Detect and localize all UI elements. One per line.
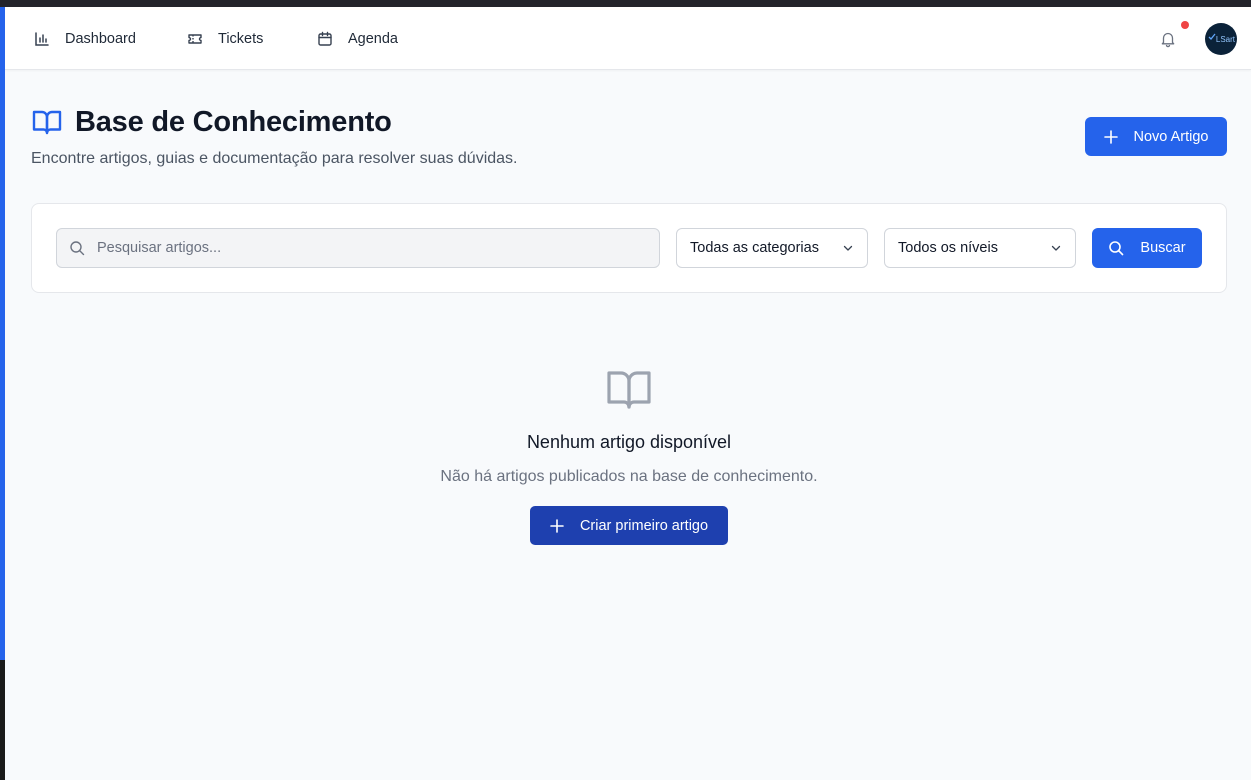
category-select-value: Todas as categorias	[690, 240, 819, 256]
nav-item-dashboard[interactable]: Dashboard	[34, 7, 136, 70]
check-icon	[1208, 33, 1216, 40]
level-select[interactable]: Todos os níveis	[884, 228, 1076, 268]
ticket-icon	[187, 31, 203, 47]
nav-label-tickets: Tickets	[218, 30, 264, 47]
create-first-article-label: Criar primeiro artigo	[579, 517, 709, 534]
bar-chart-icon	[34, 31, 50, 47]
page-subtitle: Encontre artigos, guias e documentação p…	[31, 150, 518, 167]
search-input[interactable]	[97, 240, 657, 256]
nav-label-dashboard: Dashboard	[65, 30, 136, 47]
book-open-icon	[605, 365, 653, 413]
chevron-down-icon	[1051, 245, 1061, 251]
nav-item-agenda[interactable]: Agenda	[317, 7, 398, 70]
plus-icon	[1103, 129, 1118, 144]
new-article-label: Novo Artigo	[1133, 128, 1209, 145]
search-button-label: Buscar	[1140, 240, 1186, 256]
avatar[interactable]: LSart	[1205, 23, 1237, 55]
empty-state-subtitle: Não há artigos publicados na base de con…	[440, 468, 818, 485]
window-frame: Dashboard Tickets Agenda LSart Base de C…	[0, 0, 1251, 780]
avatar-text: LSart	[1215, 34, 1235, 44]
search-panel: Todas as categorias Todos os níveis Busc…	[31, 203, 1227, 293]
page-title: Base de Conhecimento	[75, 105, 392, 138]
nav-label-agenda: Agenda	[348, 30, 398, 47]
plus-icon	[550, 518, 564, 533]
app-root: Dashboard Tickets Agenda LSart Base de C…	[5, 7, 1251, 780]
search-icon	[69, 240, 85, 256]
chevron-down-icon	[843, 245, 853, 251]
nav-item-tickets[interactable]: Tickets	[187, 7, 263, 70]
search-icon	[1109, 241, 1124, 256]
notification-dot	[1181, 21, 1189, 29]
bell-icon[interactable]	[1159, 30, 1177, 48]
new-article-button[interactable]: Novo Artigo	[1085, 117, 1227, 156]
top-navbar: Dashboard Tickets Agenda LSart	[5, 7, 1251, 70]
search-field[interactable]	[56, 228, 660, 268]
page-header: Base de Conhecimento	[31, 104, 392, 140]
empty-state-title: Nenhum artigo disponível	[526, 432, 732, 452]
level-select-value: Todos os níveis	[898, 240, 998, 256]
category-select[interactable]: Todas as categorias	[676, 228, 868, 268]
search-button[interactable]: Buscar	[1092, 228, 1202, 268]
create-first-article-button[interactable]: Criar primeiro artigo	[530, 506, 728, 545]
calendar-icon	[317, 31, 333, 47]
book-open-icon	[31, 106, 63, 138]
